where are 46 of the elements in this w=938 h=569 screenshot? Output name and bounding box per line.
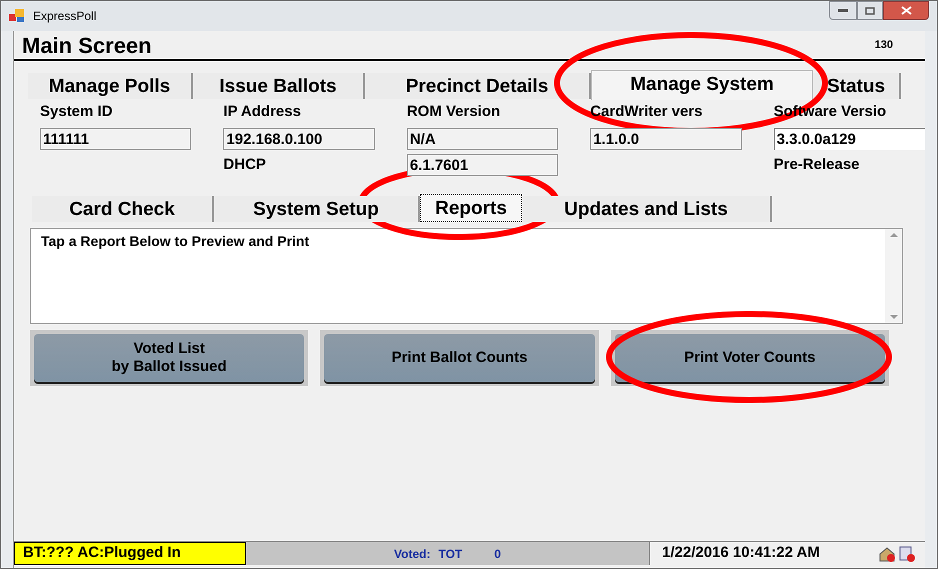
voted-count: 0 xyxy=(494,546,501,562)
field-label: IP Address xyxy=(223,102,301,122)
value-field[interactable]: 192.168.0.100 xyxy=(223,128,375,150)
screen-title: Main Screen xyxy=(22,32,152,60)
maximize-icon xyxy=(865,6,875,14)
counter-label: 130 xyxy=(874,38,893,53)
value-field[interactable]: N/A xyxy=(406,128,558,150)
value-field[interactable]: 3.3.0.0a129 xyxy=(774,128,926,150)
tab[interactable]: Manage Polls xyxy=(28,73,193,99)
tab[interactable]: Reports xyxy=(420,194,522,222)
report-button[interactable]: Print Ballot Counts xyxy=(324,334,595,382)
report-button[interactable]: Print Voter Counts xyxy=(614,334,885,382)
field-label: ROM Version xyxy=(406,102,500,122)
tab[interactable]: System Setup xyxy=(214,196,420,222)
tab[interactable]: Manage System xyxy=(591,70,813,100)
voted-type: TOT xyxy=(438,546,462,562)
app-icon xyxy=(9,9,25,23)
report-button[interactable]: Voted List by Ballot Issued xyxy=(34,334,304,382)
minimize-icon xyxy=(838,9,848,12)
value-field[interactable]: 6.1.7601 xyxy=(406,154,558,176)
field-note: Pre-Release xyxy=(774,154,861,174)
tab[interactable]: Updates and Lists xyxy=(522,196,772,222)
scrollbar[interactable] xyxy=(885,229,902,323)
value-field[interactable]: 111111 xyxy=(40,128,192,150)
tab[interactable]: Card Check xyxy=(32,196,214,222)
report-text-area[interactable]: Tap a Report Below to Preview and Print xyxy=(30,228,903,324)
date-time: 1/22/2016 10:41:22 AM xyxy=(649,542,869,565)
document-error-icon[interactable] xyxy=(899,546,915,562)
close-button[interactable] xyxy=(883,1,929,20)
value-field[interactable]: 1.1.0.0 xyxy=(590,128,742,150)
tab[interactable]: Issue Ballots xyxy=(193,73,365,99)
field-note: DHCP xyxy=(223,154,267,174)
maximize-button[interactable] xyxy=(857,1,883,20)
window-title: ExpressPoll xyxy=(33,8,96,25)
tab[interactable]: Status xyxy=(813,73,901,99)
field-label: CardWriter vers xyxy=(590,102,702,122)
minimize-button[interactable] xyxy=(829,1,857,20)
power-status: BT:??? AC:Plugged In xyxy=(14,542,246,565)
close-icon xyxy=(900,6,912,15)
house-error-icon[interactable] xyxy=(879,546,895,562)
field-label: System ID xyxy=(40,102,113,122)
report-instruction: Tap a Report Below to Preview and Print xyxy=(40,232,310,251)
scroll-down-icon xyxy=(890,315,898,319)
tab[interactable]: Precinct Details xyxy=(365,73,591,99)
scroll-up-icon xyxy=(890,233,898,237)
voted-label: Voted: xyxy=(394,546,430,562)
